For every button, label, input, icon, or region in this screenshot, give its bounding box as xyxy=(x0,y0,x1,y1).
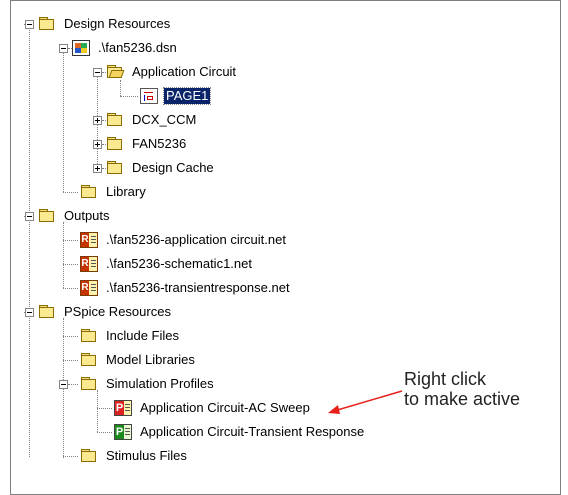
tree-guide xyxy=(63,222,64,288)
folder-open-icon xyxy=(106,64,125,80)
tree-node-net-schematic[interactable]: R .\fan5236-schematic1.net xyxy=(80,252,254,276)
design-file-icon xyxy=(72,40,90,56)
netlist-file-icon: R xyxy=(80,280,98,296)
node-label-selected: PAGE1 xyxy=(162,87,212,105)
node-label: FAN5236 xyxy=(132,136,187,151)
tree-node-dsn-file[interactable]: .\fan5236.dsn xyxy=(72,36,179,60)
collapse-toggle[interactable] xyxy=(59,380,68,389)
tree-node-stimulus-files[interactable]: Stimulus Files xyxy=(80,444,189,468)
netlist-file-icon: R xyxy=(80,232,98,248)
node-label: .\fan5236-application circuit.net xyxy=(106,232,286,247)
tree-guide xyxy=(29,27,30,457)
tree-node-library[interactable]: Library xyxy=(80,180,148,204)
tree-guide xyxy=(63,192,78,193)
collapse-toggle[interactable] xyxy=(25,20,34,29)
expand-toggle[interactable] xyxy=(93,140,102,149)
simulation-profile-icon: P xyxy=(114,400,132,416)
tree-node-design-cache[interactable]: Design Cache xyxy=(106,156,216,180)
tree-node-pspice-resources[interactable]: PSpice Resources xyxy=(38,300,173,324)
tree-node-page1[interactable]: PAGE1 xyxy=(140,84,212,108)
tree-node-profile-ac-sweep[interactable]: P Application Circuit-AC Sweep xyxy=(114,396,312,420)
tree-node-application-circuit[interactable]: Application Circuit xyxy=(106,60,238,84)
folder-icon xyxy=(106,136,124,152)
tree-guide xyxy=(63,360,78,361)
node-label: Library xyxy=(106,184,146,199)
tree-guide xyxy=(63,336,78,337)
node-label: Application Circuit-Transient Response xyxy=(140,424,365,439)
tree-node-model-libraries[interactable]: Model Libraries xyxy=(80,348,197,372)
expand-toggle[interactable] xyxy=(93,164,102,173)
tree-node-include-files[interactable]: Include Files xyxy=(80,324,181,348)
annotation-line-2: to make active xyxy=(404,389,521,409)
annotation-line-1: Right click xyxy=(404,369,487,389)
expand-toggle[interactable] xyxy=(93,116,102,125)
node-label: Design Cache xyxy=(132,160,214,175)
tree-node-outputs[interactable]: Outputs xyxy=(38,204,112,228)
schematic-page-icon xyxy=(140,88,158,104)
tree-node-fan5236[interactable]: FAN5236 xyxy=(106,132,188,156)
tree-guide xyxy=(63,288,78,289)
tree-node-design-resources[interactable]: Design Resources xyxy=(38,12,172,36)
node-label: .\fan5236-schematic1.net xyxy=(106,256,252,271)
folder-icon xyxy=(80,376,98,392)
tree-guide xyxy=(120,96,138,97)
node-label: PSpice Resources xyxy=(64,304,171,319)
node-label: Application Circuit xyxy=(132,64,237,79)
netlist-file-icon: R xyxy=(80,256,98,272)
folder-icon xyxy=(80,328,98,344)
simulation-profile-active-icon: P xyxy=(114,424,132,440)
panel-border-right xyxy=(560,0,561,495)
node-label: Outputs xyxy=(64,208,110,223)
node-label: Design Resources xyxy=(64,16,171,31)
collapse-toggle[interactable] xyxy=(93,68,102,77)
tree-guide xyxy=(68,384,78,385)
tree-node-net-transient[interactable]: R .\fan5236-transientresponse.net xyxy=(80,276,292,300)
folder-icon xyxy=(80,352,98,368)
panel-border-top xyxy=(10,0,560,1)
folder-icon xyxy=(106,160,124,176)
annotation-arrow-icon xyxy=(328,390,403,414)
node-label: .\fan5236-transientresponse.net xyxy=(106,280,290,295)
folder-icon xyxy=(38,16,56,32)
tree-guide xyxy=(63,456,78,457)
tree-guide xyxy=(63,264,78,265)
tree-node-simulation-profiles[interactable]: Simulation Profiles xyxy=(80,372,216,396)
node-label: Model Libraries xyxy=(106,352,195,367)
panel-border-left xyxy=(10,0,11,495)
folder-icon xyxy=(106,112,124,128)
collapse-toggle[interactable] xyxy=(25,212,34,221)
collapse-toggle[interactable] xyxy=(59,44,68,53)
tree-node-net-application[interactable]: R .\fan5236-application circuit.net xyxy=(80,228,288,252)
collapse-toggle[interactable] xyxy=(25,308,34,317)
node-label: Application Circuit-AC Sweep xyxy=(140,400,310,415)
node-label: Include Files xyxy=(106,328,179,343)
folder-icon xyxy=(80,184,98,200)
tree-guide xyxy=(97,432,112,433)
folder-icon xyxy=(80,448,98,464)
node-label: DCX_CCM xyxy=(132,112,197,127)
tree-node-dcx-ccm[interactable]: DCX_CCM xyxy=(106,108,198,132)
annotation-callout: Right click to make active xyxy=(404,369,520,409)
tree-guide xyxy=(63,240,78,241)
folder-icon xyxy=(38,208,56,224)
tree-guide xyxy=(63,50,64,192)
tree-guide xyxy=(97,390,98,432)
node-label: Simulation Profiles xyxy=(106,376,214,391)
node-label: Stimulus Files xyxy=(106,448,187,463)
tree-guide xyxy=(97,408,112,409)
folder-icon xyxy=(38,304,56,320)
node-label: .\fan5236.dsn xyxy=(98,40,177,55)
